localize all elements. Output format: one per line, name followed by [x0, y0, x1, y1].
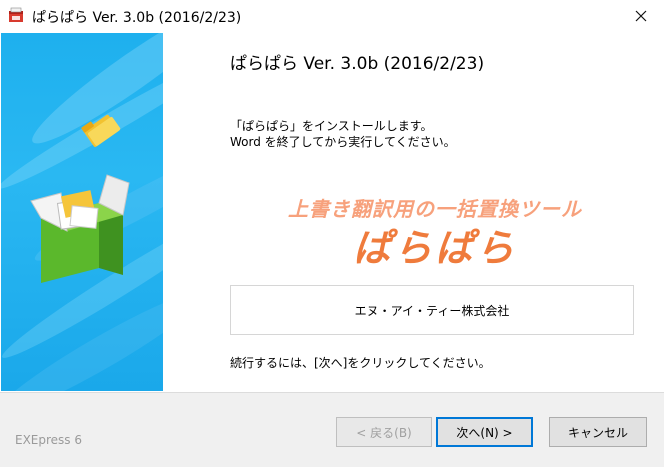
close-icon	[635, 10, 647, 22]
footer-bar: EXEpress 6 < 戻る(B) 次へ(N) > キャンセル	[0, 392, 664, 467]
company-name: エヌ・アイ・ティー株式会社	[354, 303, 510, 318]
intro-text-line2: Word を終了してから実行してください。	[230, 135, 456, 149]
installer-brand: EXEpress 6	[15, 433, 83, 447]
title-bar: ぱらぱら Ver. 3.0b (2016/2/23)	[0, 0, 664, 32]
intro-text-line1: 「ぱらぱら」をインストールします。	[230, 119, 433, 133]
close-button[interactable]	[618, 0, 664, 32]
package-box-icon	[1, 33, 163, 391]
installer-app-icon	[9, 7, 23, 22]
window-title: ぱらぱら Ver. 3.0b (2016/2/23)	[32, 10, 242, 26]
page-heading: ぱらぱら Ver. 3.0b (2016/2/23)	[230, 54, 485, 74]
cancel-button[interactable]: キャンセル	[549, 417, 647, 447]
back-button[interactable]: < 戻る(B)	[336, 417, 432, 447]
side-banner	[1, 33, 163, 391]
product-logo: 上書き翻訳用の一括置換ツール ぱらぱら	[270, 193, 600, 273]
continue-instruction: 続行するには、[次へ]をクリックしてください。	[230, 356, 491, 370]
company-box: エヌ・アイ・ティー株式会社	[230, 285, 634, 335]
logo-product-name: ぱらぱら	[352, 226, 517, 270]
installer-window: ぱらぱら Ver. 3.0b (2016/2/23) ぱらぱら Ver. 3.0…	[0, 0, 664, 467]
next-button[interactable]: 次へ(N) >	[436, 417, 533, 447]
